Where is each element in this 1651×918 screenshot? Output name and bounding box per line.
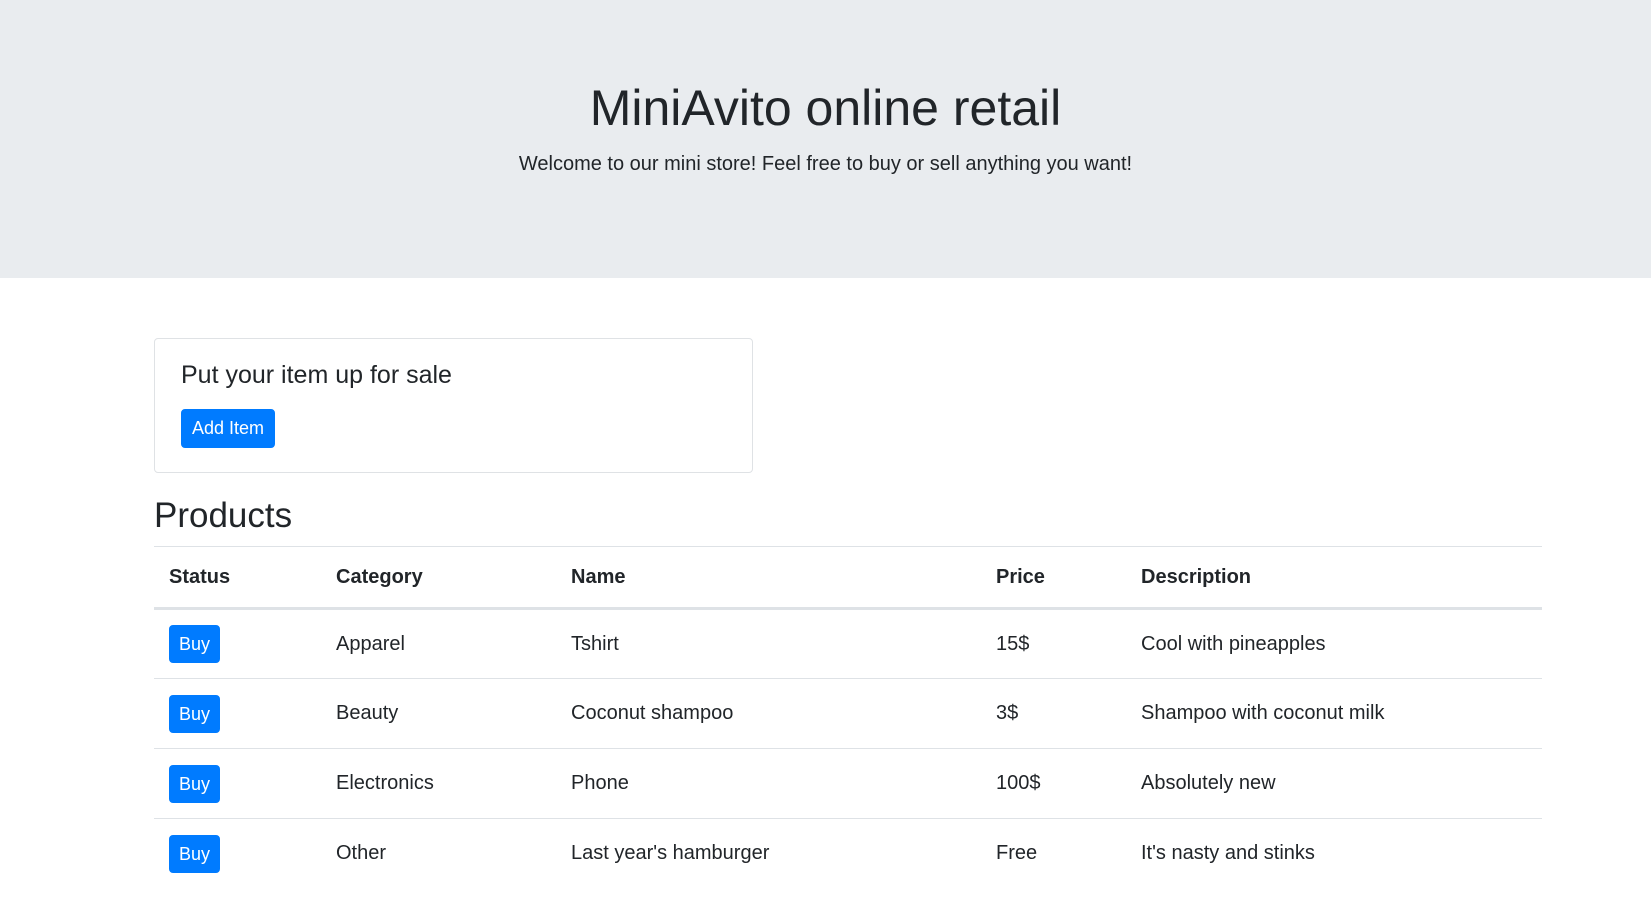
cell-status: Buy xyxy=(154,749,321,819)
cell-name: Coconut shampoo xyxy=(571,702,734,724)
sell-card-heading: Put your item up for sale xyxy=(181,361,452,389)
cell-category: Other xyxy=(336,842,387,865)
table-row: Buy Electronics Phone 100$ Absolutely ne… xyxy=(154,748,1542,819)
table-header: Status Category Name Price Description xyxy=(154,546,1542,609)
cell-price: 3$ xyxy=(996,702,1019,724)
cell-description: It's nasty and stinks xyxy=(1141,842,1315,865)
cell-name: Last year's hamburger xyxy=(571,842,770,865)
table-row: Buy Beauty Coconut shampoo 3$ Shampoo wi… xyxy=(154,678,1542,749)
cell-name: Tshirt xyxy=(571,632,619,655)
cell-description: Cool with pineapples xyxy=(1141,632,1326,655)
table-body: Buy Apparel Tshirt 15$ Cool with pineapp… xyxy=(154,609,1542,889)
buy-button[interactable]: Buy xyxy=(169,625,220,663)
buy-button[interactable]: Buy xyxy=(169,694,220,733)
buy-button[interactable]: Buy xyxy=(169,834,220,873)
column-header-status: Status xyxy=(169,565,231,588)
cell-name: Phone xyxy=(571,772,629,794)
cell-status: Buy xyxy=(154,679,321,749)
cell-price: Free xyxy=(996,842,1038,865)
column-header-description: Description xyxy=(1141,565,1252,588)
page-title: MiniAvito online retail xyxy=(589,80,1062,136)
products-table: Status Category Name Price Description B… xyxy=(154,546,1542,889)
table-row: Buy Other Last year's hamburger Free It'… xyxy=(154,818,1542,889)
column-header-price: Price xyxy=(996,565,1045,588)
cell-price: 100$ xyxy=(996,772,1041,794)
cell-status: Buy xyxy=(154,609,321,679)
cell-description: Shampoo with coconut milk xyxy=(1141,702,1385,724)
cell-description: Absolutely new xyxy=(1141,772,1276,794)
add-item-button[interactable]: Add Item xyxy=(181,409,275,448)
cell-category: Electronics xyxy=(336,772,434,794)
sell-item-card: Put your item up for sale Add Item xyxy=(154,338,753,473)
cell-category: Beauty xyxy=(336,702,399,724)
cell-status: Buy xyxy=(154,819,321,889)
page-subtitle: Welcome to our mini store! Feel free to … xyxy=(518,153,1133,175)
column-header-category: Category xyxy=(336,565,423,588)
header-jumbotron: MiniAvito online retail Welcome to our m… xyxy=(0,0,1651,278)
column-header-name: Name xyxy=(571,565,626,588)
cell-price: 15$ xyxy=(996,632,1030,655)
products-heading: Products xyxy=(154,496,293,535)
cell-category: Apparel xyxy=(336,632,405,655)
buy-button[interactable]: Buy xyxy=(169,764,220,803)
table-header-row: Status Category Name Price Description xyxy=(154,546,1542,609)
table-row: Buy Apparel Tshirt 15$ Cool with pineapp… xyxy=(154,609,1542,679)
